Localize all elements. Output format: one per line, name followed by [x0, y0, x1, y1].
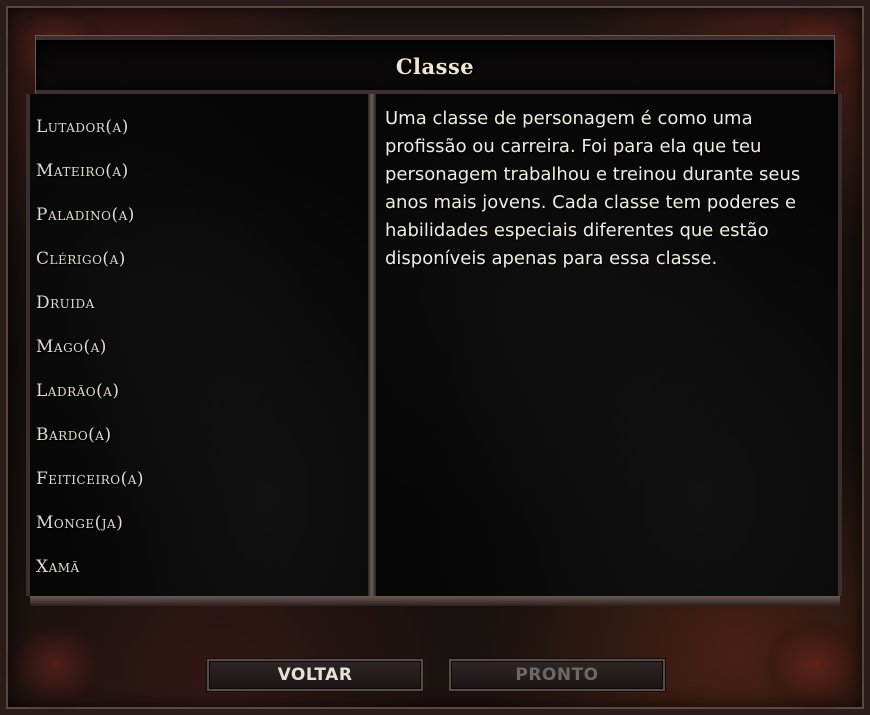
class-description: Uma classe de personagem é como uma prof…: [385, 108, 801, 269]
ready-button[interactable]: PRONTO: [449, 659, 665, 691]
title-bar: Classe: [36, 36, 834, 94]
class-item-mateiro[interactable]: Mateiro(a): [36, 156, 144, 200]
class-item-paladino[interactable]: Paladino(a): [36, 200, 144, 244]
class-list: Lutador(a) Mateiro(a) Paladino(a) Clérig…: [36, 112, 144, 596]
class-item-ladrao[interactable]: Ladrão(a): [36, 376, 144, 420]
class-item-xama[interactable]: Xamã: [36, 552, 144, 596]
back-button[interactable]: VOLTAR: [207, 659, 423, 691]
class-item-monge[interactable]: Monge(ja): [36, 508, 144, 552]
dialog-title: Classe: [395, 54, 475, 79]
bottom-rail: [30, 596, 840, 606]
class-item-feiticeiro[interactable]: Feiticeiro(a): [36, 464, 144, 508]
class-item-clerigo[interactable]: Clérigo(a): [36, 244, 144, 288]
class-item-lutador[interactable]: Lutador(a): [36, 112, 144, 156]
class-item-mago[interactable]: Mago(a): [36, 332, 144, 376]
panel-divider: [368, 94, 376, 596]
class-item-bardo[interactable]: Bardo(a): [36, 420, 144, 464]
class-item-druida[interactable]: Druida: [36, 288, 144, 332]
